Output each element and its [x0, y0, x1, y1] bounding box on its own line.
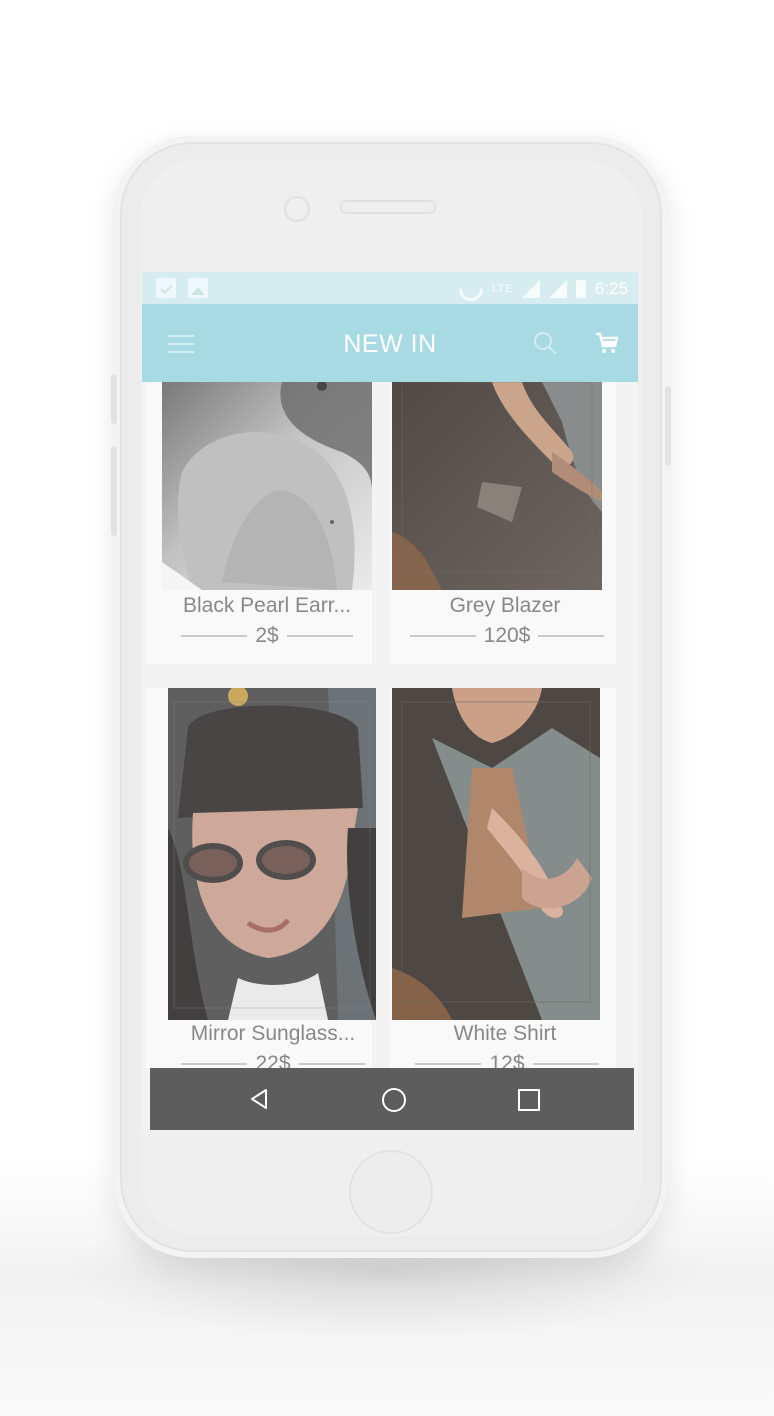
home-button: [349, 1150, 433, 1234]
price-divider: [538, 635, 605, 637]
price-divider: [286, 635, 353, 637]
home-circle-icon[interactable]: [382, 1088, 406, 1112]
product-image: [168, 688, 376, 1020]
scene-background: LTE 6:25 NEW IN Black Pearl Earr... 2$ G…: [0, 0, 774, 1416]
notification-icons: [156, 278, 208, 298]
price-divider: [181, 1063, 248, 1065]
android-nav-bar: [150, 1068, 634, 1130]
product-card[interactable]: White Shirt 12$: [390, 688, 616, 1068]
status-bar: LTE 6:25: [142, 272, 638, 306]
battery-icon: [575, 280, 586, 298]
signal-icon-2: [548, 280, 567, 298]
product-image: [392, 688, 600, 1020]
price-divider: [181, 635, 248, 637]
status-time: 6:25: [594, 279, 628, 298]
product-price-row: 22$: [168, 1052, 378, 1068]
price-divider: [298, 1063, 365, 1065]
product-price: 120$: [483, 624, 531, 647]
product-price: 22$: [255, 1052, 291, 1068]
product-price-row: 12$: [402, 1052, 612, 1068]
wifi-call-icon: [454, 272, 489, 306]
price-divider: [415, 1063, 482, 1065]
product-name: Grey Blazer: [449, 594, 561, 617]
price-divider: [409, 635, 476, 637]
earpiece-speaker: [340, 200, 436, 214]
product-card[interactable]: Grey Blazer 120$: [390, 382, 616, 664]
product-card[interactable]: Black Pearl Earr... 2$: [146, 382, 372, 664]
phone-power-button: [665, 386, 671, 466]
signal-icon: [521, 280, 540, 298]
product-price-row: 120$: [402, 624, 612, 648]
product-card[interactable]: Mirror Sunglass... 22$: [146, 688, 376, 1068]
phone-mockup: LTE 6:25 NEW IN Black Pearl Earr... 2$ G…: [111, 136, 671, 1258]
front-camera: [284, 196, 310, 222]
phone-volume-button: [111, 446, 117, 536]
product-grid: Black Pearl Earr... 2$ Grey Blazer 120$ …: [142, 382, 638, 1068]
product-price: 2$: [255, 624, 279, 647]
network-type: LTE: [492, 283, 513, 295]
phone-side-button: [111, 374, 117, 424]
back-triangle-icon[interactable]: [248, 1088, 270, 1110]
app-bar: NEW IN: [142, 304, 638, 382]
product-image: [162, 382, 372, 590]
recents-square-icon[interactable]: [518, 1089, 540, 1111]
search-icon[interactable]: [532, 330, 558, 356]
task-complete-icon: [156, 278, 176, 298]
image-notification-icon: [188, 278, 208, 298]
product-price: 12$: [489, 1052, 525, 1068]
product-price-row: 2$: [162, 624, 372, 648]
product-image: [392, 382, 602, 590]
cart-icon[interactable]: [594, 330, 620, 356]
product-name: White Shirt: [453, 1022, 557, 1045]
price-divider: [532, 1063, 599, 1065]
product-name: Mirror Sunglass...: [190, 1022, 356, 1045]
system-status-icons: LTE 6:25: [454, 272, 628, 306]
page-title: NEW IN: [343, 330, 437, 358]
product-name: Black Pearl Earr...: [182, 594, 352, 617]
phone-screen: LTE 6:25 NEW IN Black Pearl Earr... 2$ G…: [142, 272, 638, 1130]
